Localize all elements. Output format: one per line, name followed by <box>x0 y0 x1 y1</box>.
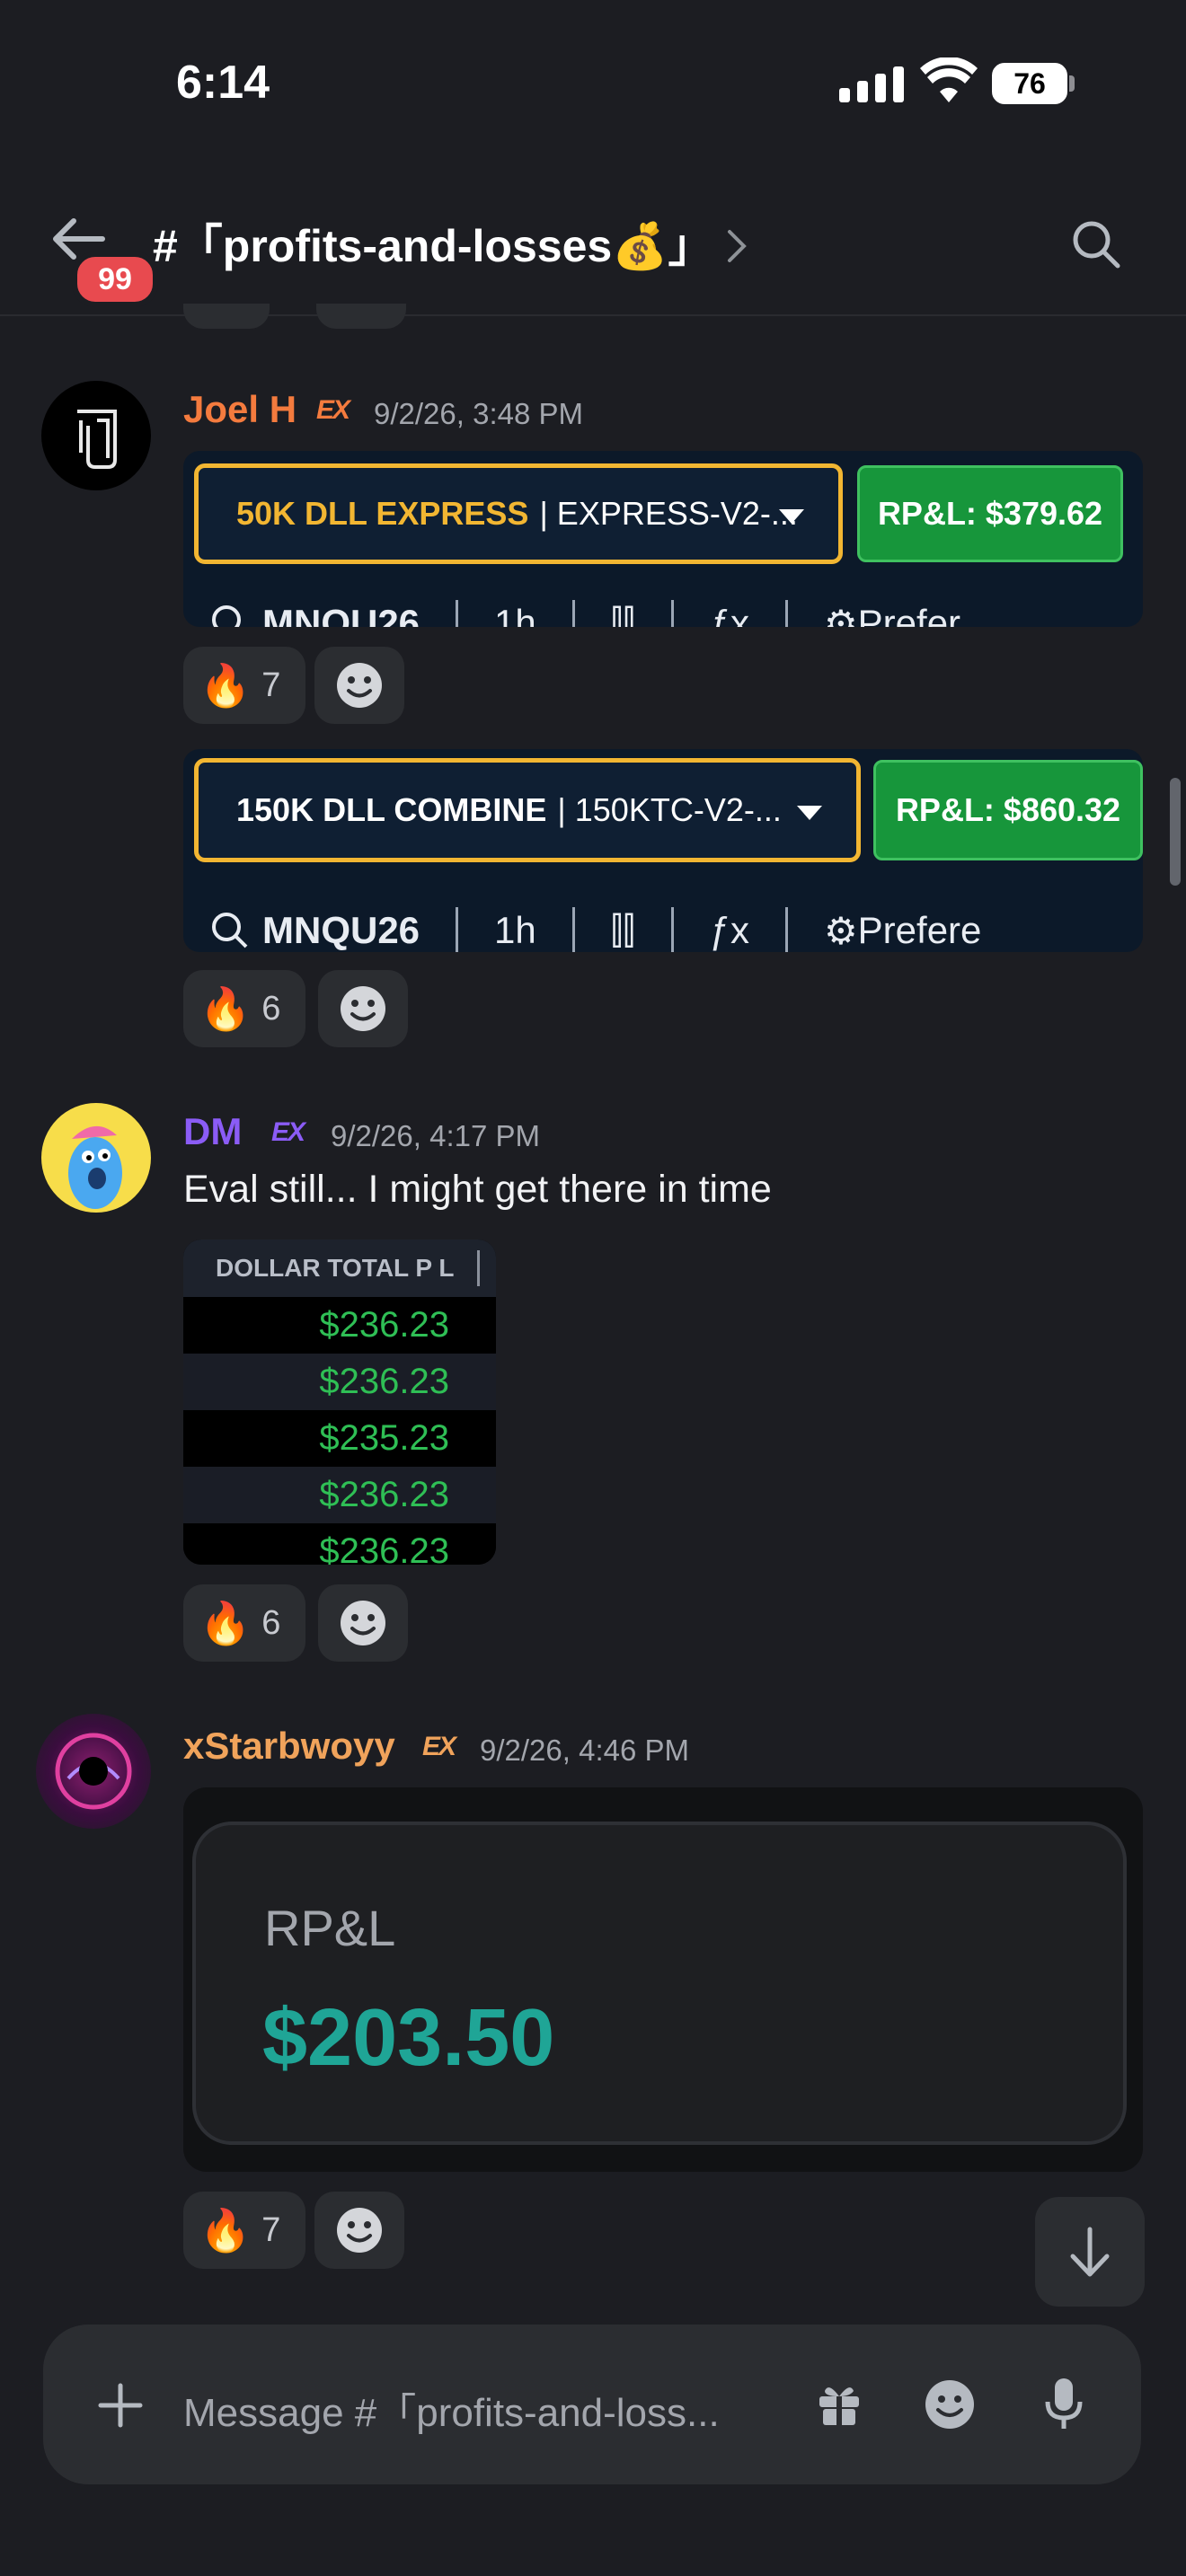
arrow-down-icon <box>1070 2227 1110 2277</box>
chevron-right-icon[interactable] <box>726 228 748 264</box>
timestamp: 9/2/26, 3:48 PM <box>374 397 583 430</box>
table-row: $236.23 <box>183 1354 496 1410</box>
table-row: $235.23 <box>183 1410 496 1467</box>
scrollbar[interactable] <box>1170 778 1181 886</box>
rpl-label: RP&L <box>264 1900 396 1956</box>
dropdown-caret-icon <box>779 509 804 524</box>
avatar-xstarbwoyy[interactable] <box>36 1714 151 1829</box>
fire-icon: 🔥 <box>199 984 252 1032</box>
avatar-dm[interactable] <box>41 1103 151 1213</box>
previous-reaction-remnant <box>183 304 270 329</box>
table-row: $236.23 <box>183 1297 496 1354</box>
candles-icon: ⫿⫿ <box>610 601 635 628</box>
fire-icon: 🔥 <box>199 661 252 709</box>
message-text: Eval still... I might get there in time <box>183 1168 772 1211</box>
search-icon <box>212 913 248 948</box>
account-name: 50K DLL EXPRESS <box>236 495 529 532</box>
trade-screenshot-2[interactable]: 150K DLL COMBINE | 150KTC-V2-... RP&L: $… <box>183 749 1143 952</box>
reaction-fire[interactable]: 🔥 6 <box>183 1584 305 1662</box>
table-row: $236.23 <box>183 1523 496 1565</box>
search-icon <box>212 605 241 627</box>
battery-tip <box>1069 75 1075 92</box>
blue-character-icon <box>68 1125 122 1209</box>
chart-toolbar: MNQU26 1h ⫿⫿ ƒx ⚙ Prefer <box>210 600 960 627</box>
table-row: $236.23 <box>183 1467 496 1523</box>
account-selector: 150K DLL COMBINE | 150KTC-V2-... <box>194 758 861 862</box>
neon-logo-icon <box>55 1733 132 1810</box>
rpl-amount: $203.50 <box>262 1993 555 2083</box>
role-tag: EX <box>271 1117 305 1147</box>
account-selector: 50K DLL EXPRESS | EXPRESS-V2-... <box>194 463 843 564</box>
joel-logo-icon <box>77 410 117 469</box>
rpl-card: RP&L $203.50 <box>192 1822 1127 2145</box>
plus-icon[interactable] <box>97 2382 144 2429</box>
timestamp: 9/2/26, 4:17 PM <box>331 1119 540 1152</box>
dropdown-caret-icon <box>797 806 822 820</box>
message-input[interactable]: Message #「profits-and-loss... <box>183 2380 720 2438</box>
mic-icon[interactable] <box>1042 2377 1085 2432</box>
cellular-signal-icon <box>839 63 904 102</box>
account-id: | EXPRESS-V2-... <box>539 495 798 532</box>
add-reaction-icon <box>337 663 382 708</box>
timestamp: 9/2/26, 4:46 PM <box>480 1734 689 1767</box>
add-reaction-button[interactable] <box>318 1584 408 1662</box>
unread-badge: 99 <box>72 251 158 307</box>
rpl-card-image[interactable]: RP&L $203.50 <box>183 1787 1143 2172</box>
trade-screenshot-1[interactable]: 50K DLL EXPRESS | EXPRESS-V2-... RP&L: $… <box>183 451 1143 627</box>
add-reaction-icon <box>337 2208 382 2253</box>
username-joel-h[interactable]: Joel H <box>183 388 296 431</box>
chart-toolbar: MNQU26 1h ⫿⫿ ƒx ⚙ Prefere <box>210 907 981 952</box>
header-divider <box>0 314 1186 316</box>
reaction-fire[interactable]: 🔥 7 <box>183 647 305 724</box>
table-header: DOLLAR TOTAL P L <box>183 1239 496 1297</box>
pl-table-image[interactable]: DOLLAR TOTAL P L $236.23 $236.23 $235.23… <box>183 1239 496 1565</box>
add-reaction-icon <box>341 1601 385 1645</box>
add-reaction-button[interactable] <box>318 970 408 1047</box>
add-reaction-button[interactable] <box>314 647 404 724</box>
gift-icon[interactable] <box>814 2378 864 2429</box>
search-icon[interactable] <box>1071 219 1121 269</box>
avatar-joel-h[interactable] <box>41 381 151 490</box>
reaction-fire[interactable]: 🔥 7 <box>183 2192 305 2269</box>
role-tag: EX <box>422 1732 456 1761</box>
channel-title[interactable]: #「profits-and-losses💰」 <box>153 210 712 275</box>
add-reaction-button[interactable] <box>314 2192 404 2269</box>
rpl-value: RP&L: $379.62 <box>857 465 1123 562</box>
jump-to-bottom-button[interactable] <box>1035 2197 1145 2307</box>
previous-reaction-remnant <box>316 304 406 329</box>
candles-icon: ⫿⫿ <box>610 908 635 951</box>
add-reaction-icon <box>341 986 385 1031</box>
rpl-value: RP&L: $860.32 <box>873 760 1143 860</box>
role-tag: EX <box>316 395 350 425</box>
account-name: 150K DLL COMBINE <box>236 791 547 828</box>
wifi-icon <box>920 57 978 102</box>
emoji-icon[interactable] <box>924 2378 976 2430</box>
username-dm[interactable]: DM <box>183 1110 242 1153</box>
battery-indicator: 76 <box>992 63 1067 104</box>
status-time: 6:14 <box>176 57 270 109</box>
username-xstarbwoyy[interactable]: xStarbwoyy <box>183 1725 395 1768</box>
reaction-fire[interactable]: 🔥 6 <box>183 970 305 1047</box>
account-id: | 150KTC-V2-... <box>557 791 782 828</box>
fire-icon: 🔥 <box>199 2206 252 2254</box>
fire-icon: 🔥 <box>199 1599 252 1646</box>
